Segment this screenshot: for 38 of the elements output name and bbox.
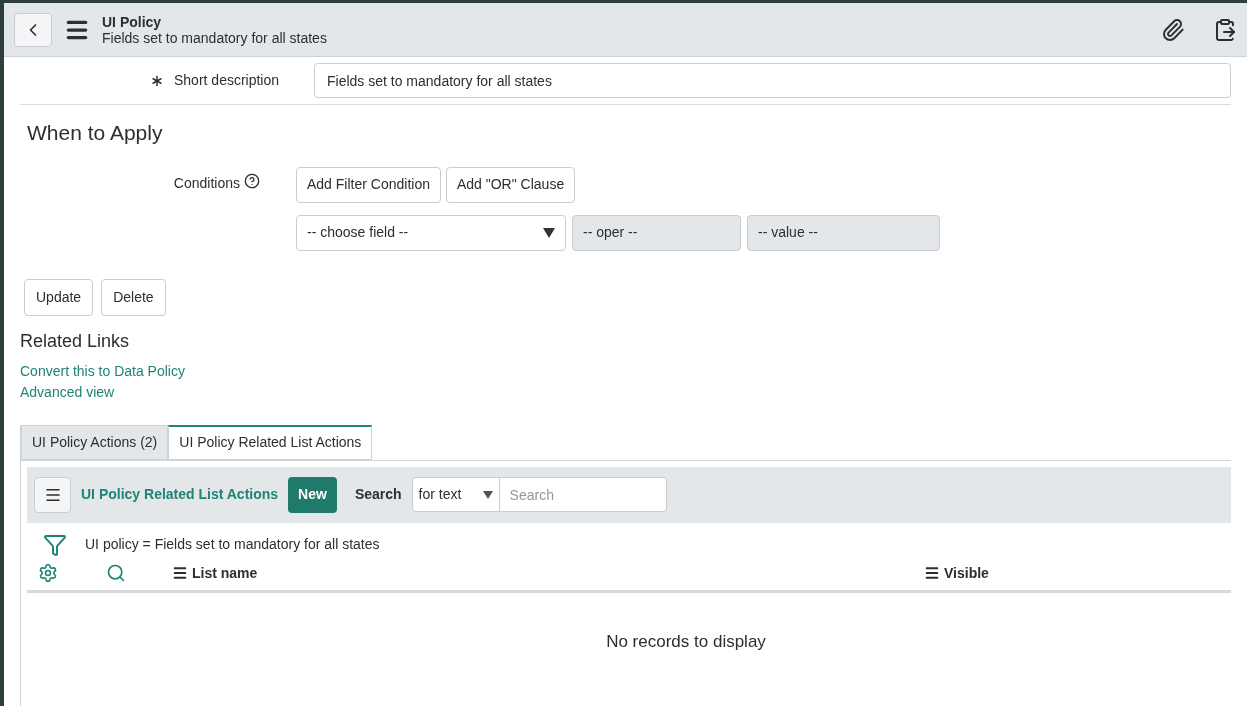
search-field[interactable]: Search [499,477,667,512]
value-field: -- value -- [747,214,940,251]
tab[interactable]: UI Policy Actions (2) [21,424,169,460]
help-icon[interactable] [244,172,260,189]
settings-icon[interactable] [38,563,58,583]
header-subtitle: Fields set to mandatory for all states [102,29,327,46]
header-title: UI Policy [102,13,163,30]
column-header[interactable]: Visible [924,562,989,584]
field-label: Short description [174,71,281,90]
related-link[interactable]: Convert this to Data Policy [20,360,185,382]
field-select[interactable]: -- choose field -- [296,214,566,251]
search-mode-select[interactable]: for text [411,477,500,512]
condition-button[interactable]: Add Filter Condition [296,166,441,203]
filter-icon[interactable] [43,532,67,557]
form-button[interactable]: Delete [101,278,166,316]
dropdown-arrow-icon [482,490,493,499]
section-title: When to Apply [27,120,164,146]
filter-text: UI policy = Fields set to mandatory for all states [85,535,380,554]
list-menu-button[interactable] [34,476,71,513]
list-title[interactable]: UI Policy Related List Actions [81,484,279,505]
search-label: Search [354,485,402,504]
short-description-field[interactable]: Fields set to mandatory for all states [314,63,1231,98]
related-links-title: Related Links [20,329,131,353]
search-icon[interactable] [106,563,126,583]
menu-icon [924,565,940,581]
empty-message: No records to display [605,630,767,653]
paperclip-icon[interactable] [1161,17,1185,42]
tab[interactable]: UI Policy Related List Actions [168,424,373,460]
column-header[interactable]: List name [172,562,924,584]
clipboard-icon[interactable] [1213,17,1237,42]
menu-icon [172,565,188,581]
operator-field: -- oper -- [572,214,741,251]
related-link[interactable]: Advanced view [20,381,115,403]
conditions-label: Conditions [173,173,240,193]
form-button[interactable]: Update [24,278,94,316]
new-button[interactable]: New [288,476,337,513]
condition-button[interactable]: Add "OR" Clause [445,166,576,203]
dropdown-arrow-icon [543,227,555,238]
